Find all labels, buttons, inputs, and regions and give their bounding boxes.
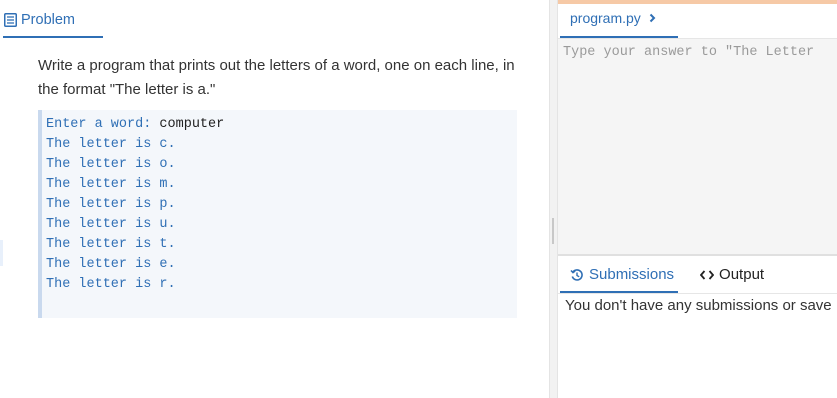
- history-icon: [570, 268, 583, 281]
- sample-input-line: Enter a word: computer: [46, 115, 517, 135]
- sample-output-line: The letter is e.: [46, 257, 176, 272]
- problem-panel: Problem Write a program that prints out …: [0, 0, 549, 398]
- sample-output-line: The letter is o.: [46, 157, 176, 172]
- code-editor[interactable]: Type your answer to "The Letter: [558, 38, 837, 255]
- sample-prompt: Enter a word:: [46, 117, 160, 132]
- problem-tab[interactable]: Problem: [4, 6, 104, 34]
- sample-output-line: The letter is c.: [46, 137, 176, 152]
- problem-tab-underline: [3, 36, 103, 38]
- tab-output[interactable]: Output: [700, 266, 764, 283]
- bottom-tabs: Submissions Output: [570, 266, 764, 283]
- code-icon: [700, 269, 715, 280]
- editor-divider[interactable]: [558, 254, 837, 256]
- problem-description: Write a program that prints out the lett…: [38, 57, 515, 98]
- problem-tab-label: Problem: [21, 12, 75, 28]
- sample-output-line: The letter is p.: [46, 197, 176, 212]
- left-edge-marker: [0, 240, 3, 266]
- tab-submissions[interactable]: Submissions: [570, 266, 674, 283]
- tab-output-label: Output: [719, 266, 765, 283]
- sample-output-line: The letter is m.: [46, 177, 176, 192]
- sample-output-line: The letter is t.: [46, 237, 176, 252]
- sample-output-line: The letter is u.: [46, 217, 176, 232]
- resize-handle[interactable]: [552, 218, 554, 244]
- sample-user-input: computer: [159, 117, 225, 132]
- editor-placeholder: Type your answer to "The Letter: [563, 45, 815, 60]
- sample-run-block: Enter a word: computer The letter is c. …: [38, 110, 517, 318]
- file-tab[interactable]: program.py: [570, 10, 656, 26]
- bottom-tabs-rule: [558, 293, 837, 294]
- code-panel: program.py Type your answer to "The Lett…: [558, 0, 837, 398]
- chevron-right-icon: [649, 13, 656, 23]
- sample-output-line: The letter is r.: [46, 277, 176, 292]
- panel-resize-divider[interactable]: [549, 0, 558, 398]
- document-icon: [4, 13, 17, 27]
- tab-submissions-label: Submissions: [589, 266, 675, 283]
- file-tab-label: program.py: [570, 10, 641, 26]
- submissions-empty-message: You don't have any submissions or save: [565, 297, 832, 314]
